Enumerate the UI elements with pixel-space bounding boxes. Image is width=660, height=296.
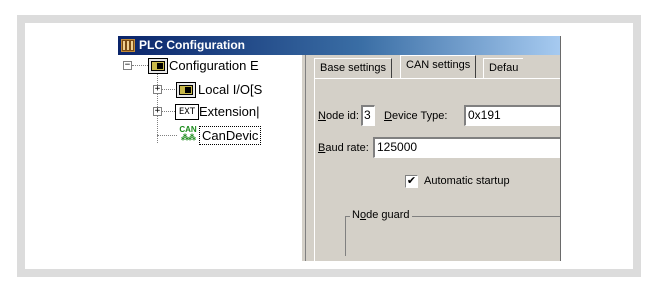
configuration-tree-pane: − Configuration E + Local I/O[S + EXT Ex…	[118, 55, 301, 261]
node-guard-group	[345, 216, 560, 256]
settings-pane: Base settings CAN settings Defau Node id…	[306, 55, 560, 261]
can-settings-panel: Node id: 3 Device Type: 0x191 Baud rate:…	[314, 78, 560, 261]
device-type-label: Device Type:	[384, 110, 448, 122]
ext-icon: EXT	[175, 104, 199, 120]
tab-defaults[interactable]: Defau	[483, 58, 524, 78]
can-icon-glyph: ⁂⁂	[181, 133, 196, 142]
tree-item-configuration[interactable]: Configuration E	[169, 58, 259, 73]
baud-rate-field[interactable]: 125000	[373, 137, 560, 158]
node-guard-label: Node guard	[350, 208, 412, 222]
node-id-label: Node id:	[318, 110, 359, 122]
tree-item-local-io[interactable]: Local I/O[S	[198, 82, 262, 97]
inner-canvas: PLC Configuration − Configuration E + Lo…	[25, 23, 633, 269]
expand-icon[interactable]: +	[153, 85, 162, 94]
module-icon	[176, 82, 196, 98]
plc-config-icon	[121, 39, 135, 52]
node-id-field[interactable]: 3	[361, 105, 375, 126]
tree-item-can-device[interactable]: CanDevic	[199, 126, 262, 145]
tab-can-settings[interactable]: CAN settings	[400, 55, 477, 78]
expand-icon[interactable]: +	[153, 107, 162, 116]
tree-connector	[162, 111, 175, 112]
baud-rate-label: Baud rate:	[318, 142, 369, 154]
automatic-startup-label[interactable]: Automatic startup	[424, 174, 510, 188]
automatic-startup-checkbox[interactable]: ✔	[405, 175, 418, 188]
tree-connector	[132, 65, 148, 66]
module-icon	[148, 58, 168, 74]
tree-connector	[157, 135, 177, 136]
plc-configuration-window: PLC Configuration − Configuration E + Lo…	[118, 36, 561, 261]
collapse-icon[interactable]: −	[123, 61, 132, 70]
title-bar[interactable]: PLC Configuration	[118, 36, 560, 55]
tree-connector	[162, 89, 175, 90]
device-type-field[interactable]: 0x191	[464, 105, 560, 126]
window-title: PLC Configuration	[139, 38, 245, 52]
outer-frame: PLC Configuration − Configuration E + Lo…	[17, 15, 641, 277]
tab-base-settings[interactable]: Base settings	[314, 58, 393, 78]
can-device-icon: CAN ⁂⁂	[178, 126, 198, 144]
tree-item-extension[interactable]: Extension|	[199, 104, 259, 119]
